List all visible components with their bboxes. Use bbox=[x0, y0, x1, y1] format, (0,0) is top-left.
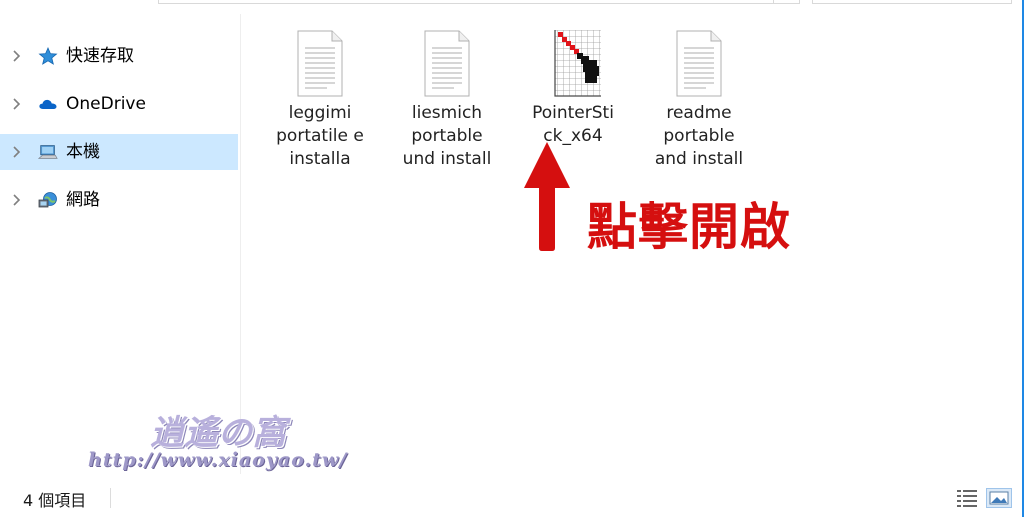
chevron-right-icon[interactable] bbox=[10, 49, 24, 63]
text-document-icon bbox=[424, 30, 470, 97]
landscape-icon bbox=[989, 491, 1009, 505]
file-name-line: PointerSti bbox=[532, 103, 614, 123]
pointerstick-app-icon bbox=[554, 30, 601, 97]
item-count: 4 個項目 bbox=[23, 491, 87, 510]
nav-item-quick-access[interactable]: 快速存取 bbox=[0, 38, 238, 74]
nav-item-this-pc[interactable]: 本機 bbox=[0, 134, 238, 170]
up-arrow-icon bbox=[524, 142, 570, 251]
file-name-line: liesmich bbox=[411, 103, 483, 123]
file-name-line: leggimi bbox=[288, 103, 352, 123]
file-name-line: und install bbox=[402, 149, 492, 169]
watermark-url: http://www.xiaoyao.tw/ bbox=[88, 449, 348, 471]
nav-label-this-pc: 本機 bbox=[66, 142, 100, 162]
address-bar[interactable] bbox=[158, 0, 800, 4]
status-bar: 4 個項目 bbox=[0, 478, 1022, 517]
cloud-icon bbox=[39, 99, 57, 109]
text-document-icon bbox=[297, 30, 343, 97]
file-name-line: installa bbox=[289, 149, 351, 169]
nav-item-network[interactable]: 網路 bbox=[0, 182, 238, 218]
large-icons-view-icon[interactable] bbox=[986, 488, 1012, 508]
file-name: liesmich portable und install bbox=[387, 102, 507, 171]
chevron-right-icon[interactable] bbox=[10, 193, 24, 207]
nav-label-quick-access: 快速存取 bbox=[66, 46, 134, 66]
file-name-line: portatile e bbox=[276, 126, 364, 146]
details-view-icon[interactable] bbox=[956, 488, 978, 508]
chevron-right-icon[interactable] bbox=[10, 97, 24, 111]
computer-icon bbox=[38, 145, 58, 159]
file-name-line: and install bbox=[654, 149, 744, 169]
text-document-icon bbox=[676, 30, 722, 97]
file-name: leggimi portatile e installa bbox=[260, 102, 380, 171]
status-divider bbox=[110, 488, 111, 508]
nav-label-onedrive: OneDrive bbox=[66, 94, 146, 114]
file-name-line: readme bbox=[666, 103, 732, 123]
nav-item-onedrive[interactable]: OneDrive bbox=[0, 86, 238, 122]
file-name-line: portable bbox=[411, 126, 483, 146]
file-name: readme portable and install bbox=[639, 102, 759, 171]
annotation-label: 點擊開啟 bbox=[587, 198, 791, 256]
file-name-line: portable bbox=[663, 126, 735, 146]
watermark-logo: 逍遙の窩 bbox=[150, 413, 286, 453]
search-box[interactable] bbox=[812, 0, 1012, 4]
address-dropdown-divider bbox=[773, 0, 774, 4]
network-icon bbox=[38, 192, 57, 208]
chevron-right-icon[interactable] bbox=[10, 145, 24, 159]
nav-label-network: 網路 bbox=[66, 190, 100, 210]
star-quick-access-icon bbox=[38, 47, 58, 65]
